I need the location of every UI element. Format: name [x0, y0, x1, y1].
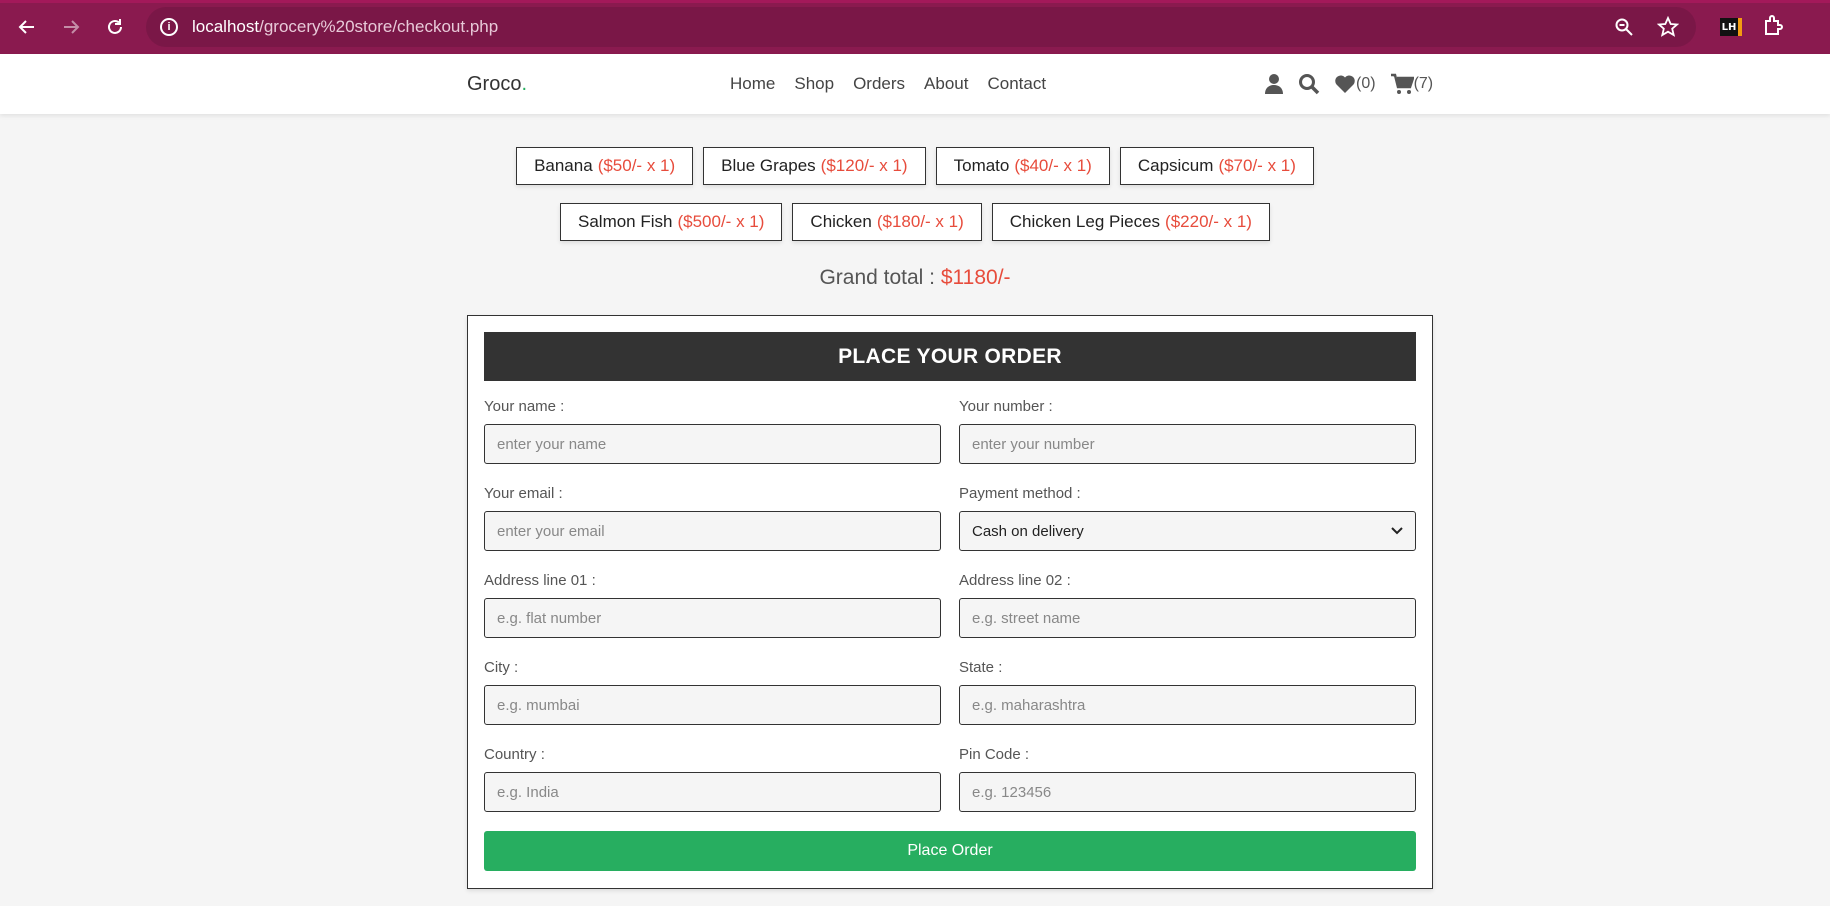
back-button[interactable] [10, 10, 44, 44]
order-item: Chicken ($180/- x 1) [792, 203, 982, 241]
pincode-field-group: Pin Code : e.g. 123456 [959, 746, 1416, 816]
field-label: City : [484, 659, 519, 676]
arrow-left-icon [18, 20, 34, 34]
address-bar[interactable]: i localhost/grocery%20store/checkout.php [146, 7, 1696, 47]
main-nav: Home Shop Orders About Contact [730, 74, 1065, 94]
field-label: Address line 01 : [484, 572, 596, 589]
order-items: Banana ($50/- x 1) Blue Grapes ($120/- x 1… [0, 147, 1830, 259]
browser-toolbar: i localhost/grocery%20store/checkout.php… [0, 0, 1830, 54]
state-field-group: State : e.g. maharashtra [959, 659, 1416, 729]
payment-field-group: Payment method : Cash on delivery [959, 485, 1416, 555]
reload-button[interactable] [98, 10, 132, 44]
search-icon[interactable] [1298, 73, 1320, 95]
forward-button[interactable] [54, 10, 88, 44]
field-label: Your email : [484, 485, 563, 502]
field-label: State : [959, 659, 1003, 676]
chevron-down-icon [1391, 527, 1403, 535]
nav-home[interactable]: Home [730, 74, 775, 94]
nav-contact[interactable]: Contact [987, 74, 1046, 94]
name-input[interactable]: enter your name [484, 424, 941, 464]
address1-field-group: Address line 01 : e.g. flat number [484, 572, 941, 642]
country-field-group: Country : e.g. India [484, 746, 941, 816]
extensions-puzzle-icon[interactable] [1762, 13, 1786, 41]
wishlist-count: (0) [1356, 75, 1376, 92]
lighthouse-extension-icon[interactable]: LH [1720, 18, 1742, 36]
order-item: Capsicum ($70/- x 1) [1119, 147, 1314, 185]
email-input[interactable]: enter your email [484, 511, 941, 551]
reload-icon [108, 19, 122, 34]
grand-total: Grand total : $1180/- [0, 266, 1830, 290]
number-field-group: Your number : enter your number [959, 398, 1416, 468]
field-label: Your number : [959, 398, 1053, 415]
site-header: Groco. Home Shop Orders About Contact (0… [0, 54, 1830, 114]
wishlist-button[interactable]: (0) [1334, 74, 1376, 94]
cart-button[interactable]: (7) [1390, 73, 1434, 95]
email-field-group: Your email : enter your email [484, 485, 941, 555]
field-label: Your name : [484, 398, 565, 415]
zoom-icon[interactable] [1610, 13, 1638, 41]
items-row: Salmon Fish ($500/- x 1) Chicken ($180/- x… [0, 203, 1830, 241]
pincode-input[interactable]: e.g. 123456 [959, 772, 1416, 812]
field-label: Country : [484, 746, 545, 763]
field-label: Pin Code : [959, 746, 1030, 763]
order-form: PLACE YOUR ORDER Your name : enter your … [467, 315, 1433, 889]
address-line1-input[interactable]: e.g. flat number [484, 598, 941, 638]
nav-shop[interactable]: Shop [794, 74, 834, 94]
cart-count: (7) [1413, 75, 1434, 92]
address-line2-input[interactable]: e.g. street name [959, 598, 1416, 638]
order-item: Salmon Fish ($500/- x 1) [560, 203, 783, 241]
nav-orders[interactable]: Orders [853, 74, 905, 94]
items-row: Banana ($50/- x 1) Blue Grapes ($120/- x 1… [0, 147, 1830, 185]
grand-total-label: Grand total : [819, 266, 936, 289]
arrow-right-icon [64, 20, 80, 34]
site-info-icon[interactable]: i [160, 18, 178, 36]
order-item: Tomato ($40/- x 1) [935, 147, 1110, 185]
state-input[interactable]: e.g. maharashtra [959, 685, 1416, 725]
field-label: Payment method : [959, 485, 1081, 502]
order-item: Blue Grapes ($120/- x 1) [703, 147, 926, 185]
nav-about[interactable]: About [924, 74, 968, 94]
country-input[interactable]: e.g. India [484, 772, 941, 812]
url-host: localhost [192, 17, 260, 36]
site-logo[interactable]: Groco. [467, 73, 527, 96]
payment-method-select[interactable]: Cash on delivery [959, 511, 1416, 551]
order-item: Chicken Leg Pieces ($220/- x 1) [991, 203, 1270, 241]
url-path: /grocery%20store/checkout.php [259, 17, 499, 36]
cart-icon [1390, 73, 1414, 94]
form-title: PLACE YOUR ORDER [484, 332, 1416, 381]
bookmark-star-icon[interactable] [1654, 13, 1682, 41]
place-order-button[interactable]: Place Order [484, 831, 1416, 871]
city-field-group: City : e.g. mumbai [484, 659, 941, 729]
number-input[interactable]: enter your number [959, 424, 1416, 464]
grand-total-amount: $1180/- [940, 266, 1011, 289]
city-input[interactable]: e.g. mumbai [484, 685, 941, 725]
user-icon[interactable] [1264, 73, 1284, 95]
field-label: Address line 02 : [959, 572, 1071, 589]
address2-field-group: Address line 02 : e.g. street name [959, 572, 1416, 642]
payment-method-value: Cash on delivery [972, 522, 1084, 540]
name-field-group: Your name : enter your name [484, 398, 941, 468]
heart-icon [1335, 75, 1355, 93]
order-item: Banana ($50/- x 1) [516, 147, 694, 185]
header-actions: (0) (7) [1264, 73, 1433, 95]
